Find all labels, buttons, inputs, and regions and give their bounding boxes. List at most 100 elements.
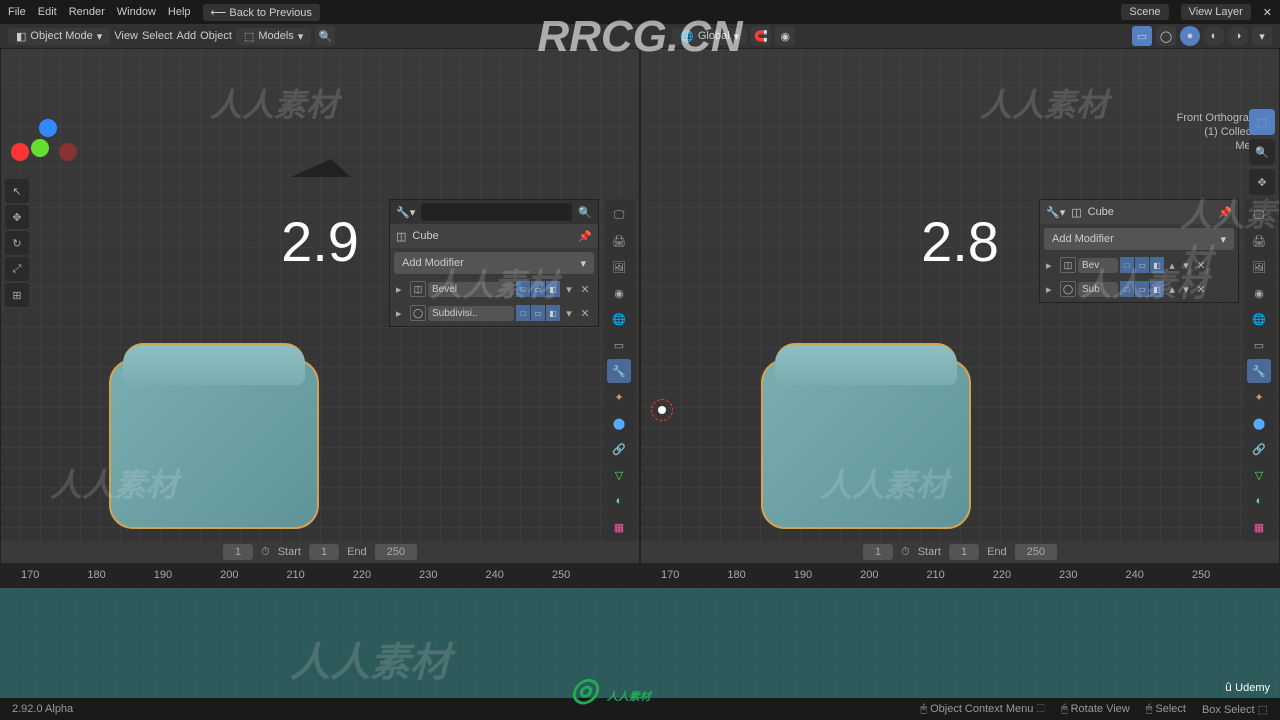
move-up-icon[interactable]: ▴ <box>1166 259 1178 272</box>
expand-icon[interactable]: ▸ <box>396 283 408 296</box>
mesh-cube[interactable] <box>109 359 319 529</box>
expand-icon[interactable]: ▸ <box>1046 259 1058 272</box>
orientation-dropdown[interactable]: 🌐 Global ▾ <box>672 28 747 45</box>
tool-rotate[interactable]: ↻ <box>5 231 29 255</box>
search-input[interactable] <box>421 203 572 221</box>
viewport-left[interactable]: ↖ ✥ ↻ ⤢ ⊞ 2.9 🖵 🖨 🖼 ◉ 🌐 ▭ 🔧 ✦ ⬤ 🔗 ▽ <box>1 49 639 587</box>
header-object[interactable]: Object <box>200 30 232 42</box>
search-icon[interactable]: 🔍 <box>578 206 592 219</box>
gizmo-z[interactable] <box>39 119 57 137</box>
modifier-subdiv[interactable]: ▸ ◯ Sub □▭◧ ▴ ▾ ✕ <box>1044 278 1234 300</box>
modifier-name[interactable]: Bev <box>1078 258 1118 273</box>
header-select[interactable]: Select <box>142 30 173 42</box>
dropdown-icon[interactable]: ▾ <box>562 283 576 296</box>
shading-material[interactable]: ◐ <box>1204 26 1224 46</box>
selectmode-2[interactable]: ◯ <box>1156 26 1176 46</box>
models-dropdown[interactable]: ⬚ Models ▾ <box>236 28 311 45</box>
pin-icon[interactable]: 📌 <box>578 230 592 243</box>
tab-modifiers[interactable]: 🔧 <box>1247 359 1271 383</box>
viewport-right[interactable]: Front Orthographic (1) Collection Meters… <box>641 49 1279 587</box>
gizmo-x[interactable] <box>11 143 29 161</box>
close-icon[interactable]: ✕ <box>1263 6 1272 19</box>
tab-world[interactable]: 🌐 <box>1247 307 1271 331</box>
visibility-toggles[interactable]: □▭◧ <box>516 281 560 297</box>
header-view[interactable]: View <box>114 30 138 42</box>
snap-icon[interactable]: 🧲 <box>751 26 771 46</box>
modifier-bevel[interactable]: ▸ ◫ Bevel □▭◧ ▾ ✕ <box>394 278 594 300</box>
delete-icon[interactable]: ✕ <box>1194 283 1208 296</box>
start-frame[interactable]: 1 <box>949 544 979 560</box>
tab-constraints[interactable]: 🔗 <box>1247 437 1271 461</box>
expand-icon[interactable]: ▸ <box>396 307 408 320</box>
modifier-bevel[interactable]: ▸ ◫ Bev □▭◧ ▴ ▾ ✕ <box>1044 254 1234 276</box>
end-frame[interactable]: 250 <box>375 544 417 560</box>
pin-icon[interactable]: 📌 <box>1218 206 1232 219</box>
start-frame[interactable]: 1 <box>309 544 339 560</box>
scene-dropdown[interactable]: Scene <box>1121 4 1168 20</box>
move-down-icon[interactable]: ▾ <box>1180 283 1192 296</box>
visibility-toggles[interactable]: □▭◧ <box>516 305 560 321</box>
add-modifier-button[interactable]: Add Modifier <box>394 252 594 274</box>
tab-physics[interactable]: ⬤ <box>1247 411 1271 435</box>
tab-texture[interactable]: ▦ <box>1247 515 1271 539</box>
tab-view[interactable]: 🖼 <box>1247 255 1271 279</box>
nav-preset-icon[interactable]: ⬚ <box>1249 109 1275 135</box>
tab-mesh[interactable]: ▽ <box>1247 463 1271 487</box>
tool-transform[interactable]: ⊞ <box>5 283 29 307</box>
current-frame[interactable]: 1 <box>223 544 253 560</box>
editor-type-icon[interactable]: 🔧▾ <box>1046 206 1065 219</box>
modifier-name[interactable]: Sub <box>1078 282 1118 297</box>
viewlayer-dropdown[interactable]: View Layer <box>1181 4 1251 20</box>
add-modifier-button[interactable]: Add Modifier <box>1044 228 1234 250</box>
tab-constraints[interactable]: 🔗 <box>607 437 631 461</box>
modifier-name[interactable]: Bevel <box>428 282 514 297</box>
delete-icon[interactable]: ✕ <box>578 307 592 320</box>
timeline-ruler[interactable]: 170 180 190 200 210 220 230 240 250 <box>1 563 639 587</box>
header-add[interactable]: Add <box>177 30 197 42</box>
delete-icon[interactable]: ✕ <box>1194 259 1208 272</box>
expand-icon[interactable]: ▸ <box>1046 283 1058 296</box>
move-view-icon[interactable]: ✥ <box>1249 169 1275 195</box>
tab-physics[interactable]: ⬤ <box>607 411 631 435</box>
tab-mesh[interactable]: ▽ <box>607 463 631 487</box>
selectmode-1[interactable]: ▭ <box>1132 26 1152 46</box>
end-frame[interactable]: 250 <box>1015 544 1057 560</box>
mode-dropdown[interactable]: ◧ Object Mode ▾ <box>8 28 110 45</box>
tab-scene[interactable]: ◉ <box>1247 281 1271 305</box>
tool-move[interactable]: ✥ <box>5 205 29 229</box>
modifier-subdiv[interactable]: ▸ ◯ Subdivisi.. □▭◧ ▾ ✕ <box>394 302 594 324</box>
shading-solid[interactable]: ● <box>1180 26 1200 46</box>
tab-material[interactable]: ◐ <box>1247 489 1271 513</box>
visibility-toggles[interactable]: □▭◧ <box>1120 281 1164 297</box>
mesh-cube[interactable] <box>761 359 971 529</box>
play-icon[interactable]: ⏱ <box>901 546 910 559</box>
tab-view[interactable]: 🖼 <box>607 255 631 279</box>
tab-world[interactable]: 🌐 <box>607 307 631 331</box>
tab-material[interactable]: ◐ <box>607 489 631 513</box>
move-down-icon[interactable]: ▾ <box>1180 259 1192 272</box>
visibility-toggles[interactable]: □▭◧ <box>1120 257 1164 273</box>
shading-rendered[interactable]: ◑ <box>1228 26 1248 46</box>
timeline-left[interactable]: 1 ⏱ Start 1 End 250 170 180 190 200 210 … <box>1 541 639 587</box>
tab-render[interactable]: 🖵 <box>1247 203 1271 227</box>
gizmo-x-neg[interactable] <box>59 143 77 161</box>
tool-scale[interactable]: ⤢ <box>5 257 29 281</box>
overlay-toggle[interactable]: ▾ <box>1252 26 1272 46</box>
gizmo-y[interactable] <box>31 139 49 157</box>
tab-output[interactable]: 🖨 <box>1247 229 1271 253</box>
dropdown-icon[interactable]: ▾ <box>562 307 576 320</box>
back-to-previous-button[interactable]: ⟵ Back to Previous <box>203 4 320 21</box>
tab-scene[interactable]: ◉ <box>607 281 631 305</box>
menu-render[interactable]: Render <box>69 6 105 18</box>
play-icon[interactable]: ⏱ <box>261 546 270 559</box>
timeline-right[interactable]: 1 ⏱ Start 1 End 250 170 180 190 200 210 … <box>641 541 1279 587</box>
menu-edit[interactable]: Edit <box>38 6 57 18</box>
current-frame[interactable]: 1 <box>863 544 893 560</box>
search-icon[interactable]: 🔍 <box>315 26 335 46</box>
tab-particles[interactable]: ✦ <box>607 385 631 409</box>
menu-window[interactable]: Window <box>117 6 156 18</box>
editor-type-icon[interactable]: 🔧▾ <box>396 206 415 219</box>
move-up-icon[interactable]: ▴ <box>1166 283 1178 296</box>
delete-icon[interactable]: ✕ <box>578 283 592 296</box>
modifier-name[interactable]: Subdivisi.. <box>428 306 514 321</box>
